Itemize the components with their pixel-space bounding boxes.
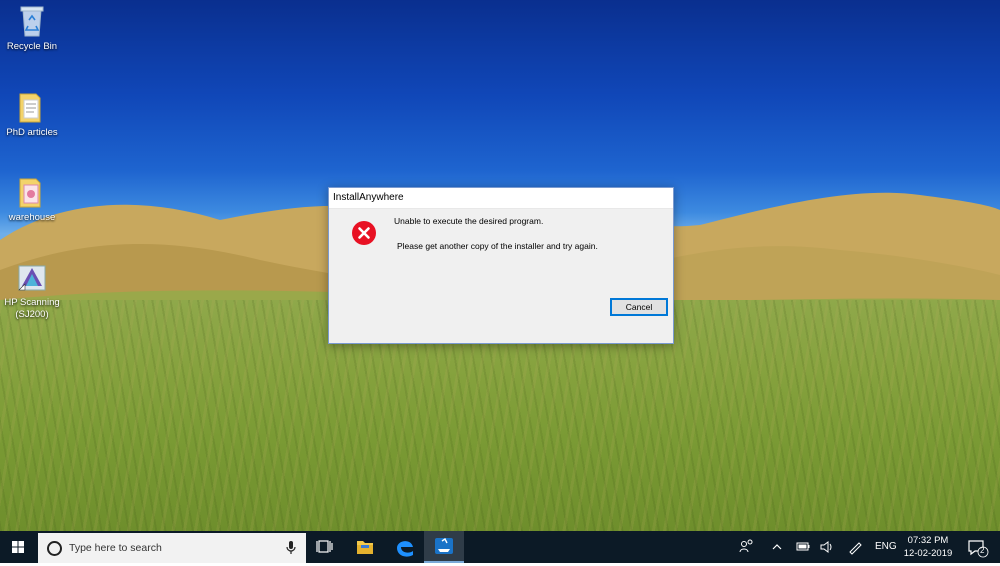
edge-button[interactable] bbox=[385, 531, 425, 563]
desktop-icon-label: PhD articles bbox=[6, 127, 58, 138]
error-message-line1: Unable to execute the desired program. bbox=[394, 216, 544, 226]
start-button[interactable] bbox=[0, 531, 36, 563]
desktop-icon-label: Recycle Bin bbox=[6, 41, 58, 52]
clock-time: 07:32 PM bbox=[907, 535, 949, 546]
desktop-icon-recycle-bin[interactable]: Recycle Bin bbox=[0, 4, 64, 53]
people-icon[interactable] bbox=[737, 531, 755, 563]
error-message-line2: Please get another copy of the installer… bbox=[397, 241, 598, 251]
notification-icon bbox=[968, 540, 989, 558]
show-hidden-icons-chevron-up-icon[interactable] bbox=[770, 531, 784, 563]
file-explorer-button[interactable] bbox=[345, 531, 385, 563]
installer-button[interactable] bbox=[424, 531, 464, 563]
edge-icon bbox=[397, 541, 413, 557]
desktop-icon-phd-articles[interactable]: PhD articles bbox=[0, 90, 64, 139]
search-box[interactable]: Type here to search bbox=[38, 533, 306, 563]
desktop-icon-hp-scanning[interactable]: HP Scanning (SJ200) bbox=[0, 260, 64, 321]
volume-icon[interactable] bbox=[818, 531, 836, 563]
battery-icon[interactable] bbox=[794, 531, 812, 563]
scanner-app-icon bbox=[16, 260, 48, 294]
desktop-icon-warehouse[interactable]: warehouse bbox=[0, 175, 64, 224]
dialog-title: InstallAnywhere bbox=[329, 188, 673, 209]
clock-date: 12-02-2019 bbox=[903, 548, 953, 559]
cortana-icon bbox=[47, 541, 62, 556]
folder-icon bbox=[16, 90, 48, 124]
pen-workspace-icon[interactable] bbox=[846, 531, 864, 563]
cancel-button[interactable]: Cancel bbox=[610, 298, 668, 316]
microphone-icon[interactable] bbox=[286, 541, 296, 555]
action-center-button[interactable]: 2 bbox=[962, 531, 992, 563]
error-x-icon bbox=[352, 221, 376, 245]
desktop-icon-label: warehouse bbox=[8, 212, 56, 223]
notification-count: 2 bbox=[980, 546, 985, 555]
language-indicator[interactable]: ENG bbox=[875, 531, 897, 563]
desktop-icon-label: HP Scanning (SJ200) bbox=[4, 297, 60, 320]
file-explorer-icon bbox=[357, 541, 373, 554]
search-placeholder: Type here to search bbox=[69, 542, 162, 554]
taskbar: Type here to search ENG 07:32 PM 12-02-2… bbox=[0, 531, 1000, 563]
task-view-icon bbox=[316, 540, 333, 553]
windows-logo-icon bbox=[12, 541, 24, 553]
recycle-bin-icon bbox=[16, 4, 48, 38]
clock[interactable]: 07:32 PM 12-02-2019 bbox=[900, 534, 956, 560]
installer-icon bbox=[435, 537, 453, 554]
installanywhere-dialog: InstallAnywhere Unable to execute the de… bbox=[328, 187, 674, 344]
folder-icon bbox=[16, 175, 48, 209]
task-view-button[interactable] bbox=[305, 531, 345, 563]
